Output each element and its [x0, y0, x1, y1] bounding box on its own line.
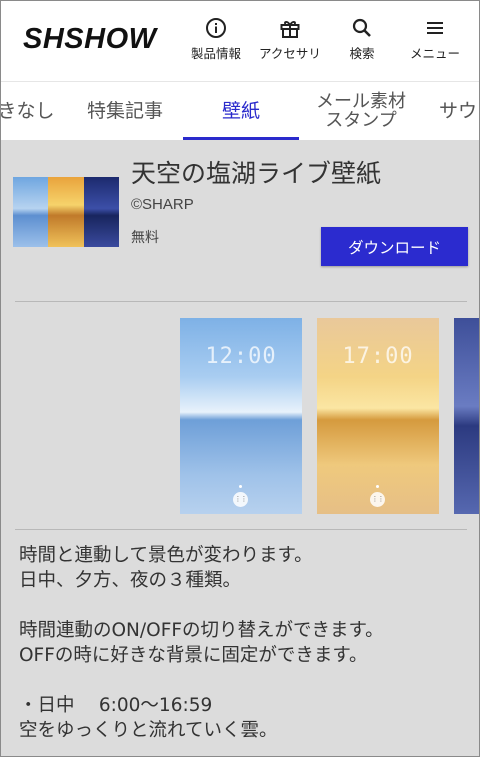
- copyright-text: ©SHARP: [131, 196, 194, 213]
- price-label: 無料: [131, 230, 159, 246]
- info-icon: [206, 18, 226, 38]
- divider: [15, 529, 467, 530]
- screenshot-time: 12:00: [205, 344, 277, 369]
- brand-logo[interactable]: SHSHOW: [23, 23, 157, 56]
- app-drawer-icon: ⋮⋮: [370, 492, 385, 507]
- menu-icon: [427, 22, 443, 34]
- app-frame: SHSHOW 製品情報 アクセサリ 検索 メニュー きなし 特集記事 壁紙 メー…: [0, 0, 480, 757]
- screenshot-day[interactable]: 12:00 ⋮⋮: [180, 318, 302, 514]
- nav-accessory[interactable]: アクセサリ: [250, 17, 330, 62]
- nav-product-info[interactable]: 製品情報: [176, 17, 256, 62]
- tab-partial-left[interactable]: きなし: [1, 82, 71, 140]
- wallpaper-description: 時間と連動して景色が変わります。 日中、夕方、夜の３種類。 時間連動のON/OF…: [19, 545, 384, 741]
- tab-wallpaper[interactable]: 壁紙: [183, 82, 299, 140]
- top-header: SHSHOW 製品情報 アクセサリ 検索 メニュー: [1, 1, 479, 81]
- app-drawer-icon: ⋮⋮: [233, 492, 248, 507]
- page-dot: [376, 485, 379, 488]
- nav-search[interactable]: 検索: [322, 17, 402, 62]
- wallpaper-detail: 天空の塩湖ライブ壁紙 ©SHARP 無料 ダウンロード 12:00 ⋮⋮ 17:…: [1, 140, 479, 756]
- search-icon: [352, 18, 371, 37]
- screenshot-night[interactable]: [454, 318, 479, 514]
- download-button[interactable]: ダウンロード: [321, 227, 468, 266]
- category-tabs: きなし 特集記事 壁紙 メール素材 スタンプ サウ: [1, 81, 479, 140]
- wallpaper-thumbnail: [13, 177, 119, 247]
- nav-menu[interactable]: メニュー: [395, 17, 475, 62]
- screenshot-evening[interactable]: 17:00 ⋮⋮: [317, 318, 439, 514]
- gift-icon: [280, 21, 300, 38]
- wallpaper-title: 天空の塩湖ライブ壁紙: [131, 159, 382, 188]
- nav-menu-label: メニュー: [409, 46, 460, 61]
- tab-partial-right[interactable]: サウ: [439, 82, 479, 140]
- nav-product-info-label: 製品情報: [190, 46, 241, 61]
- divider: [15, 301, 467, 302]
- tab-mail-stamps[interactable]: メール素材 スタンプ: [306, 82, 416, 140]
- page-dot: [239, 485, 242, 488]
- nav-accessory-label: アクセサリ: [259, 46, 321, 61]
- screenshot-time: 17:00: [342, 344, 414, 369]
- nav-search-label: 検索: [349, 46, 375, 61]
- tab-features[interactable]: 特集記事: [73, 82, 177, 140]
